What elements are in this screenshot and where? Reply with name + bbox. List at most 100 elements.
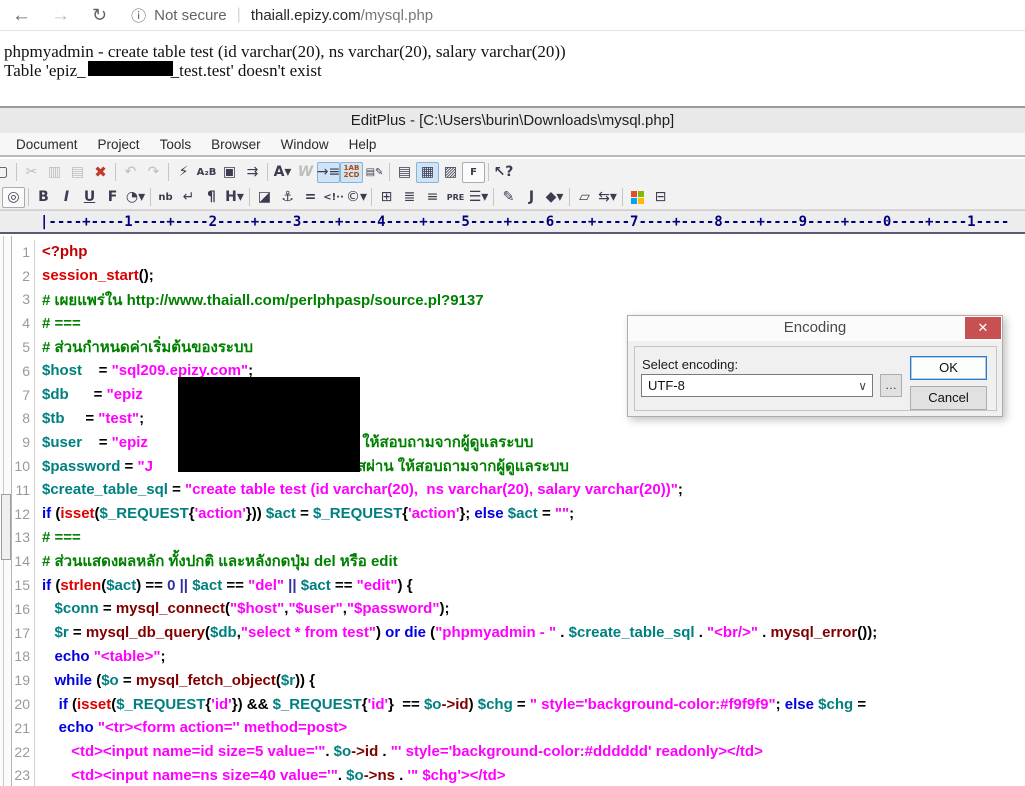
line-number: 9 [22, 434, 30, 451]
line-number: 21 [14, 719, 30, 736]
url-host[interactable]: thaiall.epizy.com [251, 7, 361, 24]
line-number: 2 [22, 267, 30, 284]
duplicate-document-icon[interactable]: ▣ [218, 162, 241, 183]
line-number: 23 [14, 767, 30, 784]
italic-icon[interactable]: I [55, 187, 78, 208]
font-tag-icon[interactable]: F [101, 187, 124, 208]
replace-icon[interactable]: A₂B [195, 162, 218, 183]
redaction-box-code [178, 377, 360, 472]
special-char-icon[interactable]: ©▾ [345, 187, 368, 208]
code-line-15: 15 if (strlen($act) == 0 || $act == "del"… [0, 573, 1025, 597]
browser-preview-icon[interactable]: ◎ [2, 186, 25, 208]
delete-icon[interactable]: ✖ [89, 162, 112, 183]
context-help-icon[interactable]: ↖? [492, 162, 515, 183]
toolbar-separator [569, 188, 570, 206]
toolbar-separator [150, 188, 151, 206]
browser-toolbar: ← → ↻ ⓘ Not secure | thaiall.epizy.com /… [0, 0, 1025, 31]
object-icon[interactable]: ◆▾ [543, 187, 566, 208]
font-icon[interactable]: A▾ [271, 162, 294, 183]
menu-bar: Document Project Tools Browser Window Help [0, 133, 1025, 157]
line-number: 8 [22, 410, 30, 427]
code-line-13: 13 # === [0, 525, 1025, 550]
code-line-2: 2 session_start(); [0, 263, 1025, 288]
anchor-icon[interactable]: ⚓ [276, 187, 299, 208]
paragraph-icon[interactable]: ¶ [200, 187, 223, 208]
paste-icon[interactable]: ▤ [66, 162, 89, 183]
menu-browser[interactable]: Browser [201, 137, 271, 152]
javascript-icon[interactable]: J [520, 187, 543, 208]
ftp-window-icon[interactable]: F [462, 161, 485, 183]
page-text-line2-suffix: _test.test' doesn't exist [170, 61, 322, 80]
line-number: 4 [22, 315, 30, 332]
line-break-icon[interactable]: ↵ [177, 187, 200, 208]
line-number: 20 [14, 696, 30, 713]
browse-encodings-button[interactable]: … [880, 374, 902, 397]
heading-icon[interactable]: H▾ [223, 187, 246, 208]
directory-window-icon[interactable]: ▤ [393, 162, 416, 183]
close-icon[interactable]: ✕ [965, 317, 1001, 339]
line-numbers-icon[interactable]: 1AB 2CD [340, 161, 363, 183]
text-color-icon[interactable]: ◔▾ [124, 187, 147, 208]
page-text-line1: phpmyadmin - create table test (id varch… [4, 42, 566, 61]
document-properties-icon[interactable]: ▤✎ [363, 162, 386, 183]
page-text-line2-prefix: Table 'epiz_ [4, 61, 86, 80]
table-icon[interactable]: ⊞ [375, 187, 398, 208]
toolbar-separator [249, 188, 250, 206]
script-icon[interactable]: ✎ [497, 187, 520, 208]
info-icon[interactable]: ⓘ [131, 5, 146, 26]
horizontal-rule-icon[interactable]: = [299, 187, 322, 208]
browse-folder-icon[interactable]: ▱ [573, 187, 596, 208]
redo-icon[interactable]: ↷ [142, 162, 165, 183]
code-line-22: 22 <td><input name=id size=5 value='". $… [0, 739, 1025, 764]
reload-icon[interactable]: ↻ [92, 6, 107, 24]
code-line-3: 3 # เผยแพร่ใน http://www.thaiall.com/perl… [0, 287, 1025, 312]
toolbar-separator [488, 163, 489, 181]
new-document-icon[interactable]: ▢ [0, 162, 13, 183]
select-encoding-label: Select encoding: [642, 357, 739, 372]
menu-help[interactable]: Help [339, 137, 387, 152]
code-line-16: 16 $conn = mysql_connect("$host","$user"… [0, 596, 1025, 621]
toolbar-separator [28, 188, 29, 206]
sync-view-icon[interactable]: ⇆▾ [596, 187, 619, 208]
line-number: 19 [14, 672, 30, 689]
menu-window[interactable]: Window [271, 137, 339, 152]
url-divider: | [236, 6, 241, 23]
div-right-icon[interactable]: ≡ [421, 187, 444, 208]
image-icon[interactable]: ◪ [253, 187, 276, 208]
file-window-icon[interactable]: ▦ [416, 161, 439, 183]
div-center-icon[interactable]: ≣ [398, 187, 421, 208]
comment-tag-icon[interactable]: <!·· [322, 187, 345, 208]
ok-button[interactable]: OK [910, 356, 987, 380]
split-window-icon[interactable]: ⊟ [649, 187, 672, 208]
find-highlight-icon[interactable]: ⚡ [172, 162, 195, 183]
word-wrap-icon[interactable]: →≡ [317, 161, 340, 183]
url-path[interactable]: /mysql.php [361, 7, 434, 24]
encoding-select[interactable]: UTF-8 ∨ [641, 374, 873, 397]
forward-icon[interactable]: → [51, 6, 70, 25]
dialog-title: Encoding [783, 319, 847, 336]
underline-icon[interactable]: U [78, 187, 101, 208]
tool-window-icon[interactable]: ▨ [439, 162, 462, 183]
line-number: 18 [14, 648, 30, 665]
cancel-button[interactable]: Cancel [910, 386, 987, 410]
cut-icon[interactable]: ✂ [20, 162, 43, 183]
undo-icon[interactable]: ↶ [119, 162, 142, 183]
nbsp-icon[interactable]: nb [154, 187, 177, 208]
menu-tools[interactable]: Tools [150, 137, 202, 152]
copy-icon[interactable]: ▥ [43, 162, 66, 183]
dialog-titlebar[interactable]: Encoding ✕ [628, 316, 1002, 341]
menu-document[interactable]: Document [6, 137, 88, 152]
pre-icon[interactable]: PRE [444, 187, 467, 208]
windows-logo-icon[interactable] [626, 187, 649, 208]
code-line-19: 19 while ($o = mysql_fetch_object($r)) { [0, 668, 1025, 693]
wordart-icon[interactable]: W [294, 162, 317, 183]
line-number: 1 [22, 243, 30, 260]
line-number: 12 [14, 505, 30, 522]
goto-line-icon[interactable]: ⇉ [241, 162, 264, 183]
line-number: 15 [14, 577, 30, 594]
bold-icon[interactable]: B [32, 187, 55, 208]
toolbar-separator [493, 188, 494, 206]
back-icon[interactable]: ← [12, 6, 31, 25]
menu-project[interactable]: Project [88, 137, 150, 152]
list-icon[interactable]: ☰▾ [467, 187, 490, 208]
